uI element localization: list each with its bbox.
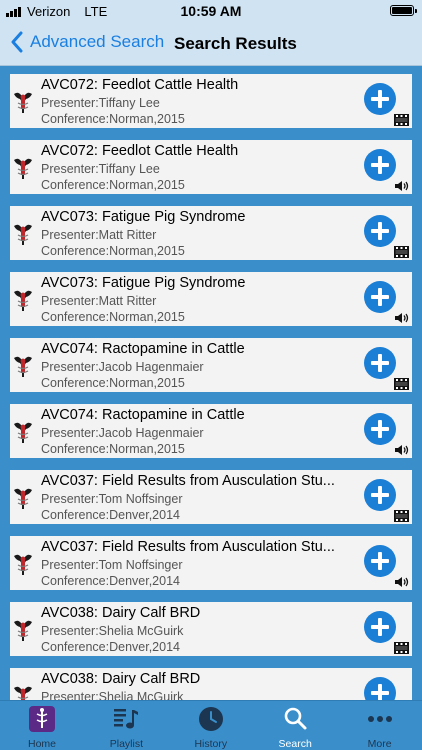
result-presenter: Presenter:Tiffany Lee: [41, 162, 160, 176]
result-row[interactable]: AVC072: Feedlot Cattle Health Presenter:T…: [10, 74, 412, 128]
result-row[interactable]: AVC038: Dairy Calf BRD Presenter:Shelia M…: [10, 668, 412, 700]
tab-label: History: [194, 738, 228, 750]
battery-icon: [390, 5, 417, 16]
result-presenter: Presenter:Jacob Hagenmaier: [41, 360, 204, 374]
tab-home[interactable]: Home: [0, 701, 84, 750]
tab-label: Search: [278, 738, 312, 750]
result-presenter: Presenter:Jacob Hagenmaier: [41, 426, 204, 440]
tab-search[interactable]: Search: [253, 701, 337, 750]
avc-logo-icon: [12, 419, 34, 445]
result-row[interactable]: AVC074: Ractopamine in Cattle Presenter:J…: [10, 338, 412, 392]
add-to-playlist-button[interactable]: [364, 83, 396, 115]
result-conference: Conference:Norman,2015: [41, 442, 185, 456]
result-row[interactable]: AVC038: Dairy Calf BRD Presenter:Shelia M…: [10, 602, 412, 656]
video-icon: [394, 641, 409, 654]
result-conference: Conference:Denver,2014: [41, 640, 180, 654]
result-title: AVC073: Fatigue Pig Syndrome: [41, 275, 246, 291]
clock-icon: [198, 706, 224, 732]
result-presenter: Presenter:Matt Ritter: [41, 228, 157, 242]
result-presenter: Presenter:Shelia McGuirk: [41, 624, 184, 638]
avc-logo-icon: [12, 551, 34, 577]
result-title: AVC073: Fatigue Pig Syndrome: [41, 209, 246, 225]
result-presenter: Presenter:Tiffany Lee: [41, 96, 160, 110]
status-bar: Verizon LTE 10:59 AM: [0, 0, 422, 22]
navigation-bar: Advanced Search Search Results: [0, 22, 422, 66]
result-title: AVC074: Ractopamine in Cattle: [41, 341, 245, 357]
tab-history[interactable]: History: [169, 701, 253, 750]
tab-label: Playlist: [109, 738, 144, 750]
result-row[interactable]: AVC073: Fatigue Pig Syndrome Presenter:Ma…: [10, 272, 412, 326]
more-icon: [367, 706, 393, 732]
add-to-playlist-button[interactable]: [364, 611, 396, 643]
result-title: AVC072: Feedlot Cattle Health: [41, 143, 239, 159]
playlist-icon: [113, 706, 139, 732]
result-row[interactable]: AVC074: Ractopamine in Cattle Presenter:J…: [10, 404, 412, 458]
caduceus-icon: [29, 706, 55, 732]
result-title: AVC072: Feedlot Cattle Health: [41, 77, 239, 93]
audio-icon: [394, 443, 409, 455]
result-conference: Conference:Denver,2014: [41, 574, 180, 588]
result-conference: Conference:Norman,2015: [41, 112, 185, 126]
result-conference: Conference:Denver,2014: [41, 508, 180, 522]
result-conference: Conference:Norman,2015: [41, 310, 185, 324]
result-title: AVC074: Ractopamine in Cattle: [41, 407, 245, 423]
result-conference: Conference:Norman,2015: [41, 244, 185, 258]
add-to-playlist-button[interactable]: [364, 545, 396, 577]
tab-playlist[interactable]: Playlist: [84, 701, 168, 750]
back-button[interactable]: Advanced Search: [10, 31, 164, 53]
result-presenter: Presenter:Tom Noffsinger: [41, 492, 183, 506]
result-row[interactable]: AVC073: Fatigue Pig Syndrome Presenter:Ma…: [10, 206, 412, 260]
add-to-playlist-button[interactable]: [364, 413, 396, 445]
status-time: 10:59 AM: [180, 3, 242, 19]
result-title: AVC037: Field Results from Ausculation S…: [41, 473, 335, 489]
add-to-playlist-button[interactable]: [364, 479, 396, 511]
add-to-playlist-button[interactable]: [364, 215, 396, 247]
audio-icon: [394, 179, 409, 191]
chevron-left-icon: [11, 31, 23, 53]
add-to-playlist-button[interactable]: [364, 149, 396, 181]
add-to-playlist-button[interactable]: [364, 347, 396, 379]
result-row[interactable]: AVC037: Field Results from Ausculation S…: [10, 470, 412, 524]
video-icon: [394, 245, 409, 258]
video-icon: [394, 509, 409, 522]
avc-logo-icon: [12, 353, 34, 379]
audio-icon: [394, 575, 409, 587]
tab-label: More: [367, 738, 392, 750]
tab-label: Home: [27, 738, 56, 750]
add-to-playlist-button[interactable]: [364, 281, 396, 313]
search-icon: [282, 706, 308, 732]
audio-icon: [394, 311, 409, 323]
tab-bar: Home Playlist History Search More: [0, 700, 422, 750]
result-presenter: Presenter:Tom Noffsinger: [41, 558, 183, 572]
result-conference: Conference:Norman,2015: [41, 376, 185, 390]
avc-logo-icon: [12, 485, 34, 511]
add-to-playlist-button[interactable]: [364, 677, 396, 700]
result-title: AVC037: Field Results from Ausculation S…: [41, 539, 335, 555]
avc-logo-icon: [12, 617, 34, 643]
avc-logo-icon: [12, 287, 34, 313]
back-button-label: Advanced Search: [30, 32, 165, 51]
result-title: AVC038: Dairy Calf BRD: [41, 605, 201, 621]
result-row[interactable]: AVC037: Field Results from Ausculation S…: [10, 536, 412, 590]
page-title: Search Results: [174, 34, 297, 53]
result-presenter: Presenter:Matt Ritter: [41, 294, 157, 308]
avc-logo-icon: [12, 155, 34, 181]
avc-logo-icon: [12, 221, 34, 247]
result-conference: Conference:Norman,2015: [41, 178, 185, 192]
result-presenter: Presenter:Shelia McGuirk: [41, 690, 184, 700]
result-row[interactable]: AVC072: Feedlot Cattle Health Presenter:T…: [10, 140, 412, 194]
avc-logo-icon: [12, 89, 34, 115]
tab-more[interactable]: More: [338, 701, 422, 750]
avc-logo-icon: [12, 683, 34, 700]
result-title: AVC038: Dairy Calf BRD: [41, 671, 201, 687]
video-icon: [394, 113, 409, 126]
video-icon: [394, 377, 409, 390]
results-list[interactable]: AVC072: Feedlot Cattle Health Presenter:T…: [0, 66, 422, 700]
